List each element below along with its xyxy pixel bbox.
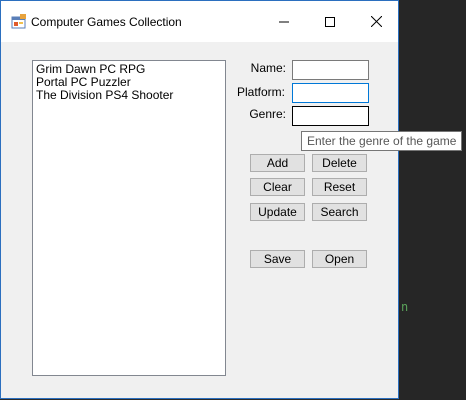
name-label: Name: [250,61,286,75]
clear-button[interactable]: Clear [250,178,305,196]
name-field[interactable] [292,60,369,80]
games-listbox[interactable]: Grim Dawn PC RPG Portal PC Puzzler The D… [32,60,226,376]
maximize-icon [325,16,335,27]
delete-button[interactable]: Delete [312,154,367,172]
app-forms-icon [11,14,27,30]
minimize-button[interactable] [261,1,307,42]
platform-field[interactable] [292,83,369,103]
platform-label: Platform: [237,85,286,99]
maximize-button[interactable] [307,1,353,42]
minimize-icon [279,21,289,22]
genre-field[interactable] [292,106,369,126]
list-item[interactable]: The Division PS4 Shooter [36,89,173,102]
save-button[interactable]: Save [250,250,305,268]
search-button[interactable]: Search [312,203,367,221]
window-title: Computer Games Collection [31,15,182,29]
update-button[interactable]: Update [250,203,305,221]
reset-button[interactable]: Reset [312,178,367,196]
genre-tooltip: Enter the genre of the game [301,131,463,151]
close-button[interactable] [353,1,399,42]
editor-text-fragment: n [401,300,409,314]
background-editor: n [399,0,466,400]
title-bar[interactable]: Computer Games Collection [1,1,398,42]
close-icon [370,16,382,27]
main-window: Computer Games Collection Grim Dawn PC R… [0,0,463,399]
open-button[interactable]: Open [312,250,367,268]
add-button[interactable]: Add [250,154,305,172]
genre-label: Genre: [249,107,286,121]
